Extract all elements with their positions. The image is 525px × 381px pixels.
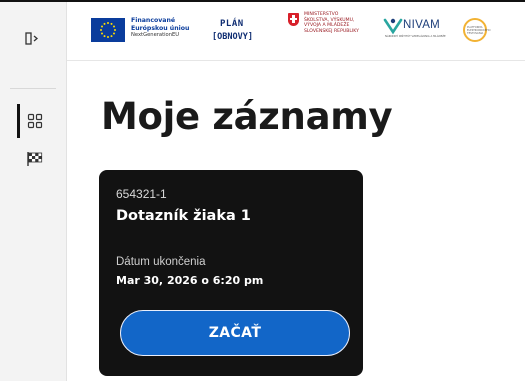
sidebar-item-results[interactable] — [24, 148, 46, 170]
active-indicator — [17, 104, 20, 138]
ministry-logo: MINISTERSTVO ŠKOLSTVA, VÝSKUMU, VÝVOJA A… — [288, 12, 370, 48]
eu-line-3: NextGenerationEU — [131, 32, 180, 38]
eu-funding-logo: Financované Európskou úniou NextGenerati… — [91, 15, 201, 49]
sidebar-item-dashboard[interactable] — [24, 110, 46, 132]
sidebar-expand-icon[interactable] — [24, 31, 44, 47]
end-date-label: Dátum ukončenia — [116, 256, 206, 268]
record-title: Dotazník žiaka 1 — [116, 208, 251, 224]
platforma-line-3: TESTOVANIA — [467, 32, 484, 35]
plan-word: PLÁN — [220, 19, 244, 29]
checkered-flag-icon — [27, 152, 43, 166]
platforma-text: PLATFORMA ELEKTRONICKÉHO TESTOVANIA — [467, 26, 491, 35]
record-id: 654321-1 — [116, 187, 167, 201]
obnovy-word: [OBNOVY] — [212, 32, 253, 42]
header: Financované Európskou úniou NextGenerati… — [67, 2, 525, 61]
sidebar-divider — [10, 88, 56, 89]
nivam-subtitle: NÁRODNÝ INŠTITÚT VZDELÁVANIA A MLÁDEŽE — [385, 35, 446, 38]
plan-obnovy-logo: PLÁN [OBNOVY] — [212, 13, 264, 51]
eu-flag-icon — [91, 18, 125, 42]
sidebar — [0, 2, 67, 381]
eu-funding-text: Financované Európskou úniou NextGenerati… — [131, 17, 189, 40]
slovak-coat-of-arms-icon — [288, 13, 299, 26]
ministry-line-4: SLOVENSKEJ REPUBLIKY — [304, 28, 359, 34]
end-date-value: Mar 30, 2026 o 6:20 pm — [116, 274, 264, 287]
dashboard-grid-icon — [27, 113, 43, 129]
nivam-logo: NIVAM NÁRODNÝ INŠTITÚT VZDELÁVANIA A MLÁ… — [383, 17, 453, 43]
start-button[interactable]: ZAČAŤ — [120, 310, 350, 356]
nivam-mark-icon — [383, 18, 403, 35]
eu-line-1: Financované — [131, 17, 176, 24]
page-title: Moje záznamy — [101, 95, 393, 138]
platforma-logo: PLATFORMA ELEKTRONICKÉHO TESTOVANIA — [461, 16, 491, 46]
record-card: 654321-1 Dotazník žiaka 1 Dátum ukončeni… — [99, 170, 363, 376]
eu-line-2: Európskou úniou — [131, 24, 190, 32]
nivam-name: NIVAM — [403, 19, 441, 31]
ministry-text: MINISTERSTVO ŠKOLSTVA, VÝSKUMU, VÝVOJA A… — [304, 12, 359, 34]
